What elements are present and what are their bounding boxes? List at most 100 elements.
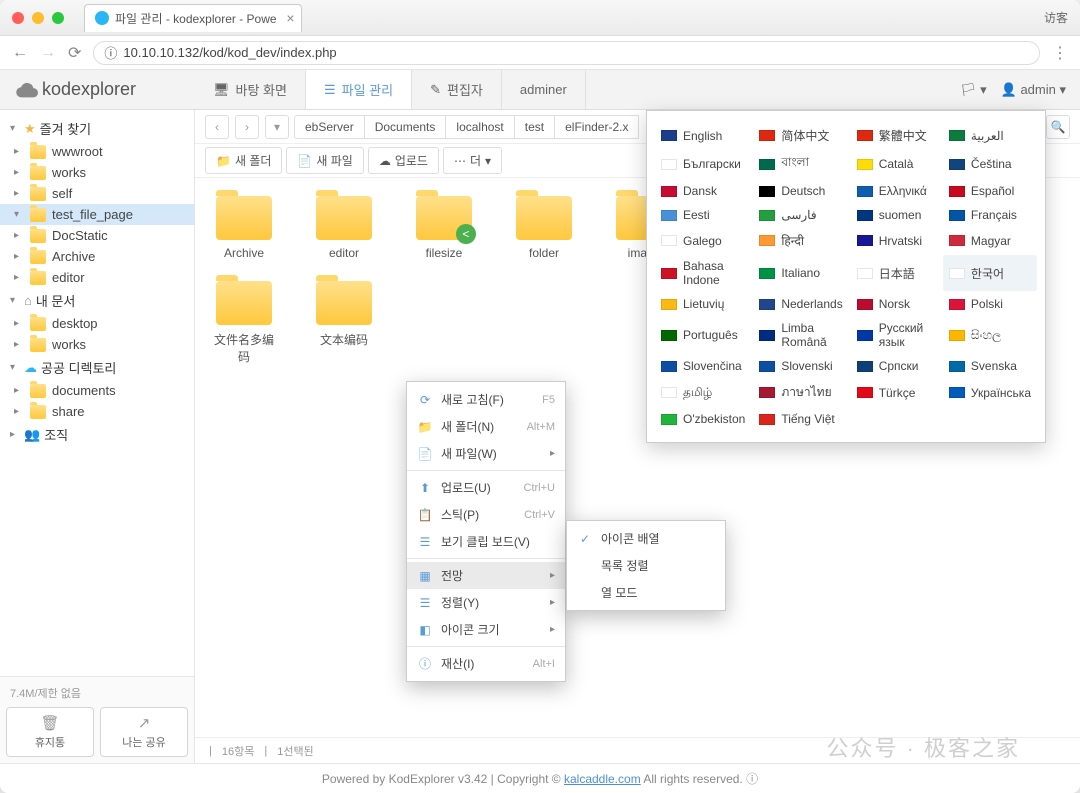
lang-العربية[interactable]: العربية xyxy=(943,123,1037,148)
nav-back-button[interactable]: ‹ xyxy=(205,115,229,139)
lang-Dansk[interactable]: Dansk xyxy=(655,180,751,202)
view-columns[interactable]: 열 모드 xyxy=(567,579,725,606)
ctx-sort[interactable]: ☰정렬(Y)▸ xyxy=(407,589,565,616)
lang-Türkçe[interactable]: Türkçe xyxy=(851,379,941,406)
lang-فارسی[interactable]: فارسی xyxy=(753,204,848,226)
tree-item-works[interactable]: ▸works xyxy=(0,162,194,183)
file-folder[interactable]: folder xyxy=(509,192,579,267)
lang-O'zbekiston[interactable]: O'zbekiston xyxy=(655,408,751,430)
lang-Српски[interactable]: Српски xyxy=(851,355,941,377)
view-icons[interactable]: ✓아이콘 배열 xyxy=(567,525,725,552)
lang-Italiano[interactable]: Italiano xyxy=(753,255,848,291)
lang-Ελληνικά[interactable]: Ελληνικά xyxy=(851,180,941,202)
address-field[interactable]: ⓘ 10.10.10.132/kod/kod_dev/index.php xyxy=(93,41,1040,65)
lang-සිංහල[interactable]: සිංහල xyxy=(943,317,1037,353)
lang-Magyar[interactable]: Magyar xyxy=(943,228,1037,253)
tab-바탕 화면[interactable]: 🖥바탕 화면 xyxy=(195,70,306,109)
lang-Limba Română[interactable]: Limba Română xyxy=(753,317,848,353)
ctx-new-folder[interactable]: 📁새 폴더(N)Alt+M xyxy=(407,413,565,440)
ctx-new-file[interactable]: 📄새 파일(W)▸ xyxy=(407,440,565,467)
tab-파일 관리[interactable]: ☰파일 관리 xyxy=(306,70,412,109)
lang-Polski[interactable]: Polski xyxy=(943,293,1037,315)
tree-group-즐겨 찾기[interactable]: ▾★ 즐겨 찾기 xyxy=(0,116,194,141)
lang-Galego[interactable]: Galego xyxy=(655,228,751,253)
tree-group-공공 디렉토리[interactable]: ▾☁ 공공 디렉토리 xyxy=(0,355,194,380)
minimize-window-icon[interactable] xyxy=(32,12,44,24)
ctx-upload[interactable]: ⬆업로드(U)Ctrl+U xyxy=(407,474,565,501)
lang-Español[interactable]: Español xyxy=(943,180,1037,202)
lang-Tiếng Việt[interactable]: Tiếng Việt xyxy=(753,408,848,430)
lang-简体中文[interactable]: 简体中文 xyxy=(753,123,848,148)
lang-Bahasa Indone[interactable]: Bahasa Indone xyxy=(655,255,751,291)
tree-group-내 문서[interactable]: ▾⌂ 내 문서 xyxy=(0,288,194,313)
crumb-test[interactable]: test xyxy=(514,115,555,139)
ctx-refresh[interactable]: ⟳새로 고침(F)F5 xyxy=(407,386,565,413)
nav-forward-button[interactable]: › xyxy=(235,115,259,139)
crumb-ebServer[interactable]: ebServer xyxy=(294,115,365,139)
new-folder-button[interactable]: 📁 새 폴더 xyxy=(205,147,282,174)
more-button[interactable]: ⋯ 더 ▾ xyxy=(443,147,502,174)
tab-편집자[interactable]: ✎편집자 xyxy=(412,70,502,109)
browser-menu-icon[interactable]: ⋮ xyxy=(1052,43,1068,63)
tree-item-editor[interactable]: ▸editor xyxy=(0,267,194,288)
new-file-button[interactable]: 📄 새 파일 xyxy=(286,147,363,174)
tree-item-documents[interactable]: ▸documents xyxy=(0,380,194,401)
lang-Русский язык[interactable]: Русский язык xyxy=(851,317,941,353)
user-menu[interactable]: 👤 admin ▾ xyxy=(1001,82,1066,98)
lang-Eesti[interactable]: Eesti xyxy=(655,204,751,226)
close-tab-icon[interactable]: × xyxy=(286,10,294,26)
lang-Čeština[interactable]: Čeština xyxy=(943,150,1037,178)
language-button[interactable]: 🏳 ▾ xyxy=(960,82,987,98)
tab-adminer[interactable]: adminer xyxy=(502,70,586,109)
ctx-icon-size[interactable]: ◧아이콘 크기▸ xyxy=(407,616,565,643)
lang-ภาษาไทย[interactable]: ภาษาไทย xyxy=(753,379,848,406)
trash-button[interactable]: 🗑휴지통 xyxy=(6,707,94,757)
tree-item-desktop[interactable]: ▸desktop xyxy=(0,313,194,334)
lang-Français[interactable]: Français xyxy=(943,204,1037,226)
lang-हिन्दी[interactable]: हिन्दी xyxy=(753,228,848,253)
file-文本编码[interactable]: 文本编码 xyxy=(309,277,379,369)
tree-item-DocStatic[interactable]: ▸DocStatic xyxy=(0,225,194,246)
lang-繁體中文[interactable]: 繁體中文 xyxy=(851,123,941,148)
file-Archive[interactable]: Archive xyxy=(209,192,279,267)
tree-item-test_file_page[interactable]: ▾test_file_page xyxy=(0,204,194,225)
browser-tab[interactable]: 파일 관리 - kodexplorer - Powe × xyxy=(84,4,302,32)
back-button[interactable]: ← xyxy=(12,44,28,62)
crumb-elFinder-2.x[interactable]: elFinder-2.x xyxy=(554,115,639,139)
lang-Slovenčina[interactable]: Slovenčina xyxy=(655,355,751,377)
tree-item-Archive[interactable]: ▸Archive xyxy=(0,246,194,267)
lang-Português[interactable]: Português xyxy=(655,317,751,353)
tree-item-self[interactable]: ▸self xyxy=(0,183,194,204)
lang-Lietuvių[interactable]: Lietuvių xyxy=(655,293,751,315)
lang-Українська[interactable]: Українська xyxy=(943,379,1037,406)
share-button[interactable]: ↗나는 공유 xyxy=(100,707,188,757)
crumb-Documents[interactable]: Documents xyxy=(364,115,447,139)
file-filesize[interactable]: <filesize xyxy=(409,192,479,267)
file-editor[interactable]: editor xyxy=(309,192,379,267)
ctx-clipboard[interactable]: ☰보기 클립 보드(V) xyxy=(407,528,565,555)
lang-English[interactable]: English xyxy=(655,123,751,148)
tree-item-works[interactable]: ▸works xyxy=(0,334,194,355)
close-window-icon[interactable] xyxy=(12,12,24,24)
reload-button[interactable]: ⟳ xyxy=(68,43,81,63)
lang-Български[interactable]: Български xyxy=(655,150,751,178)
lang-한국어[interactable]: 한국어 xyxy=(943,255,1037,291)
app-logo[interactable]: kodexplorer xyxy=(0,70,195,109)
ctx-properties[interactable]: ⓘ재산(I)Alt+I xyxy=(407,650,565,677)
nav-history-button[interactable]: ▾ xyxy=(265,115,289,139)
lang-Svenska[interactable]: Svenska xyxy=(943,355,1037,377)
forward-button[interactable]: → xyxy=(40,44,56,62)
maximize-window-icon[interactable] xyxy=(52,12,64,24)
lang-Slovenski[interactable]: Slovenski xyxy=(753,355,848,377)
lang-বাংলা[interactable]: বাংলা xyxy=(753,150,848,178)
lang-தமிழ்[interactable]: தமிழ் xyxy=(655,379,751,406)
file-文件名多编码[interactable]: 文件名多编码 xyxy=(209,277,279,369)
lang-Nederlands[interactable]: Nederlands xyxy=(753,293,848,315)
lang-Hrvatski[interactable]: Hrvatski xyxy=(851,228,941,253)
view-list[interactable]: 목록 정렬 xyxy=(567,552,725,579)
ctx-view[interactable]: ▦전망▸ xyxy=(407,562,565,589)
upload-button[interactable]: ☁ 업로드 xyxy=(368,147,439,174)
tree-group-조직[interactable]: ▸👥 조직 xyxy=(0,422,194,447)
lang-日本語[interactable]: 日本語 xyxy=(851,255,941,291)
lang-suomen[interactable]: suomen xyxy=(851,204,941,226)
